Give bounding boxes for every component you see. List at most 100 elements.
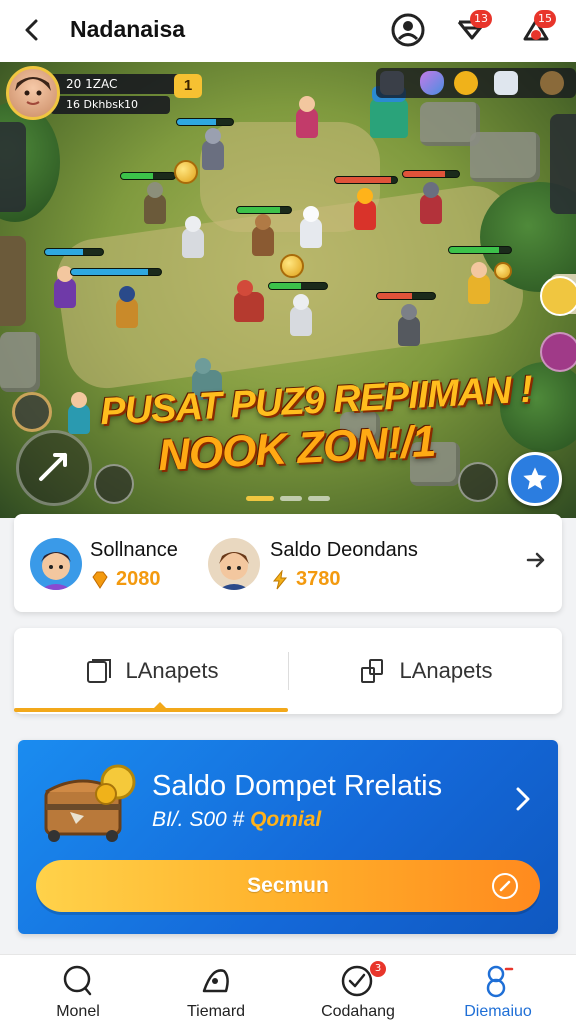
enemy-unit <box>414 182 448 228</box>
player-avatar[interactable] <box>208 538 260 590</box>
chevron-right-icon[interactable] <box>512 784 534 814</box>
player-name: Saldo Deondans <box>270 539 418 561</box>
ally-unit <box>62 392 96 438</box>
health-bar <box>334 176 398 184</box>
compass-button[interactable] <box>12 392 52 432</box>
gold-coin <box>174 160 198 184</box>
enemy-unit <box>196 128 230 174</box>
active-tab-indicator <box>14 708 288 712</box>
nav-item-monel[interactable]: Monel <box>6 955 150 1024</box>
skill-button[interactable] <box>94 464 134 504</box>
balance-prefix: BI/. S00 # <box>152 808 245 831</box>
health-bar <box>70 268 162 276</box>
nav-label: Tiemard <box>186 1003 246 1020</box>
player-score: 3780 <box>296 568 341 590</box>
bag-icon[interactable] <box>540 71 564 95</box>
user-circle-icon <box>391 13 425 47</box>
arrow-up-right-icon <box>499 880 511 892</box>
left-flag-button[interactable] <box>0 236 26 326</box>
notification-badge: 13 <box>470 10 492 28</box>
fallen-unit <box>228 280 268 326</box>
rewards-button[interactable]: 13 <box>452 10 492 50</box>
menu-icon[interactable] <box>380 71 404 95</box>
health-bar <box>176 118 234 126</box>
alert-badge: 15 <box>534 10 556 28</box>
health-bar <box>448 246 512 254</box>
player-avatar[interactable] <box>30 538 82 590</box>
nav-label: Diemaiuo <box>464 1003 532 1020</box>
favorite-button[interactable] <box>508 452 562 506</box>
stack-icon <box>360 659 383 683</box>
face-icon <box>15 77 51 105</box>
game-banner[interactable]: 20 1ZAC 16 Dkhbsk 10 1 PUSAT PUZ9 REPIIM… <box>0 62 576 518</box>
bell-icon <box>196 963 236 999</box>
tab-lanapets-1[interactable]: LAnapets <box>14 628 288 714</box>
player-card[interactable]: 20 1ZAC 16 Dkhbsk 10 1 <box>6 66 202 122</box>
carousel-dot[interactable] <box>280 496 302 501</box>
ruin-stone <box>0 332 40 392</box>
wallet-card[interactable]: Saldo Dompet Rrelatis BI/. S00 # Qomial … <box>18 740 558 934</box>
balance-highlight: Qomial <box>250 808 322 831</box>
player-avatar[interactable] <box>6 66 60 120</box>
nav-item-codahang[interactable]: 3 Codahang <box>286 955 430 1024</box>
ally-unit <box>110 286 144 332</box>
arrow-icon <box>39 453 67 481</box>
resource-bar <box>376 68 576 98</box>
heart-gem-icon <box>420 71 444 95</box>
skeleton-unit <box>176 216 210 262</box>
potion-skill-button[interactable] <box>540 332 576 372</box>
tab-bar: LAnapets LAnapets <box>14 628 562 714</box>
tab-label: LAnapets <box>399 658 493 683</box>
level-badge: 1 <box>174 74 202 98</box>
player-stat-value: 10 <box>124 98 138 111</box>
lightning-icon <box>272 570 288 590</box>
face-icon <box>218 552 250 590</box>
cta-label: Secmun <box>247 874 329 897</box>
gold-icon <box>454 71 478 95</box>
nav-label: Codahang <box>321 1003 395 1020</box>
carousel-dot-active[interactable] <box>246 496 274 501</box>
health-bar <box>44 248 104 256</box>
ghost-unit <box>294 206 328 252</box>
enemy-unit <box>392 304 426 350</box>
ruin-stone <box>470 132 540 182</box>
profile-icon <box>478 963 518 999</box>
right-side-panel[interactable] <box>550 114 576 214</box>
open-link-icon <box>492 873 518 899</box>
app-screen: Nadanaisa 13 15 20 1ZAC 16 Dkhbsk 10 1 P… <box>0 0 576 1024</box>
player-name: Sollnance <box>90 539 178 561</box>
ally-unit <box>462 262 496 308</box>
page-title: Nadanaisa <box>70 16 186 42</box>
skill-button[interactable] <box>458 462 498 502</box>
player-score: 2080 <box>116 568 161 590</box>
joystick[interactable] <box>16 430 92 506</box>
carousel-indicator <box>246 496 330 502</box>
nav-item-tiemard[interactable]: Tiemard <box>144 955 288 1024</box>
tab-lanapets-2[interactable]: LAnapets <box>288 628 562 714</box>
player-stat-2: 16 Dkhbsk <box>66 98 125 111</box>
leaderboard-card[interactable]: Sollnance 2080 Saldo Deondans 3780 <box>14 514 562 612</box>
nav-badge: 3 <box>370 961 386 977</box>
alerts-button[interactable]: 15 <box>516 10 556 50</box>
treasure-chest-icon <box>44 764 136 842</box>
star-icon <box>523 467 547 490</box>
search-icon <box>58 963 98 999</box>
arrow-right-icon[interactable] <box>524 548 548 572</box>
player-stat-1: 20 1ZAC <box>66 77 118 91</box>
left-side-panel[interactable] <box>0 122 26 212</box>
wallet-cta-button[interactable]: Secmun <box>36 860 540 912</box>
wallet-title: Saldo Dompet Rrelatis <box>152 770 443 802</box>
nav-item-diemaiuo[interactable]: Diemaiuo <box>426 955 570 1024</box>
face-icon <box>40 552 72 590</box>
star-skill-button[interactable] <box>540 276 576 316</box>
enemy-unit <box>246 214 280 260</box>
diamond-icon <box>494 71 518 95</box>
back-button[interactable] <box>16 14 48 46</box>
tab-label: LAnapets <box>125 658 219 683</box>
active-tab-notch <box>154 702 166 708</box>
player-stat-bar: 16 Dkhbsk 10 <box>50 96 170 114</box>
health-bar <box>402 170 460 178</box>
chevron-left-icon <box>25 19 38 41</box>
carousel-dot[interactable] <box>308 496 330 501</box>
profile-button[interactable] <box>388 10 428 50</box>
